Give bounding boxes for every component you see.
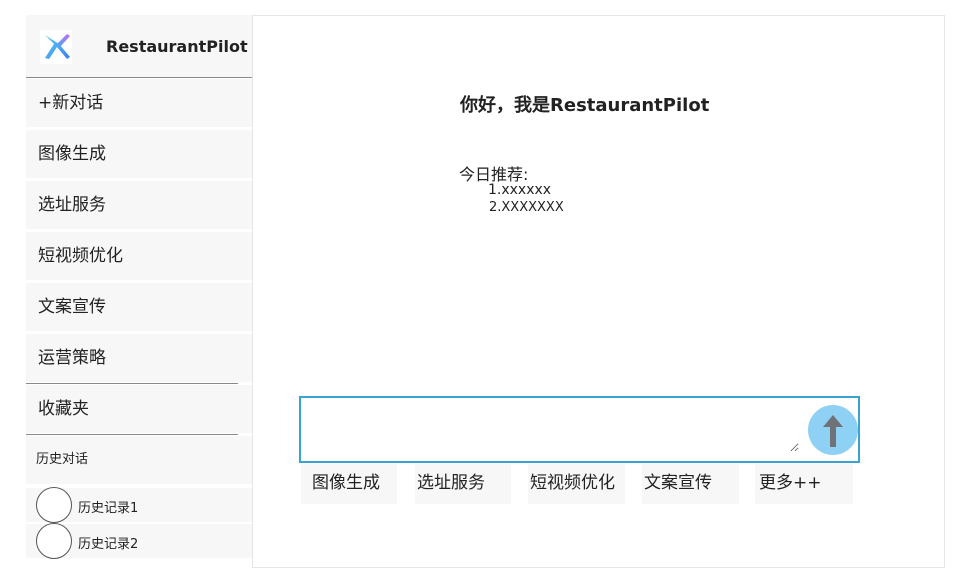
sidebar-item-image-generation[interactable]: 图像生成: [26, 130, 252, 178]
chat-input[interactable]: [309, 406, 799, 452]
quick-action-site-selection[interactable]: 选址服务: [415, 464, 511, 504]
chat-input-box: [299, 396, 860, 463]
brand-name: RestaurantPilot: [106, 37, 248, 56]
quick-action-image-generation[interactable]: 图像生成: [301, 464, 397, 504]
avatar: [36, 523, 72, 559]
sidebar: RestaurantPilot +新对话 图像生成 选址服务 短视频优化 文案宣…: [26, 15, 252, 575]
sidebar-item-favorites[interactable]: 收藏夹: [26, 385, 252, 433]
new-chat-button[interactable]: +新对话: [26, 79, 252, 127]
send-button[interactable]: [808, 405, 858, 455]
recommend-item: 2.XXXXXXX: [489, 200, 564, 215]
arrow-up-icon: [823, 415, 843, 447]
divider: [26, 383, 238, 384]
brand-header: RestaurantPilot: [26, 15, 252, 78]
quick-action-more[interactable]: 更多++: [755, 464, 853, 504]
quick-action-short-video[interactable]: 短视频优化: [528, 464, 625, 504]
chat-panel: 你好，我是RestaurantPilot 今日推荐: 1.xxxxxx 2.XX…: [252, 15, 945, 568]
history-item[interactable]: 历史记录1: [26, 487, 252, 523]
history-item[interactable]: 历史记录2: [26, 523, 252, 559]
greeting-heading: 你好，我是RestaurantPilot: [460, 95, 710, 116]
sidebar-item-copywriting[interactable]: 文案宣传: [26, 283, 252, 331]
x-logo-icon: [40, 30, 72, 64]
sidebar-item-operations[interactable]: 运营策略: [26, 334, 252, 382]
quick-action-copywriting[interactable]: 文案宣传: [642, 464, 739, 504]
recommend-item: 1.xxxxxx: [488, 182, 552, 198]
avatar: [36, 487, 72, 523]
sidebar-item-site-selection[interactable]: 选址服务: [26, 181, 252, 229]
history-item-label: 历史记录2: [78, 537, 139, 552]
sidebar-item-short-video[interactable]: 短视频优化: [26, 232, 252, 280]
history-item-label: 历史记录1: [78, 501, 139, 516]
history-title: 历史对话: [26, 436, 252, 484]
divider: [26, 434, 238, 435]
app-window: RestaurantPilot +新对话 图像生成 选址服务 短视频优化 文案宣…: [0, 0, 965, 580]
